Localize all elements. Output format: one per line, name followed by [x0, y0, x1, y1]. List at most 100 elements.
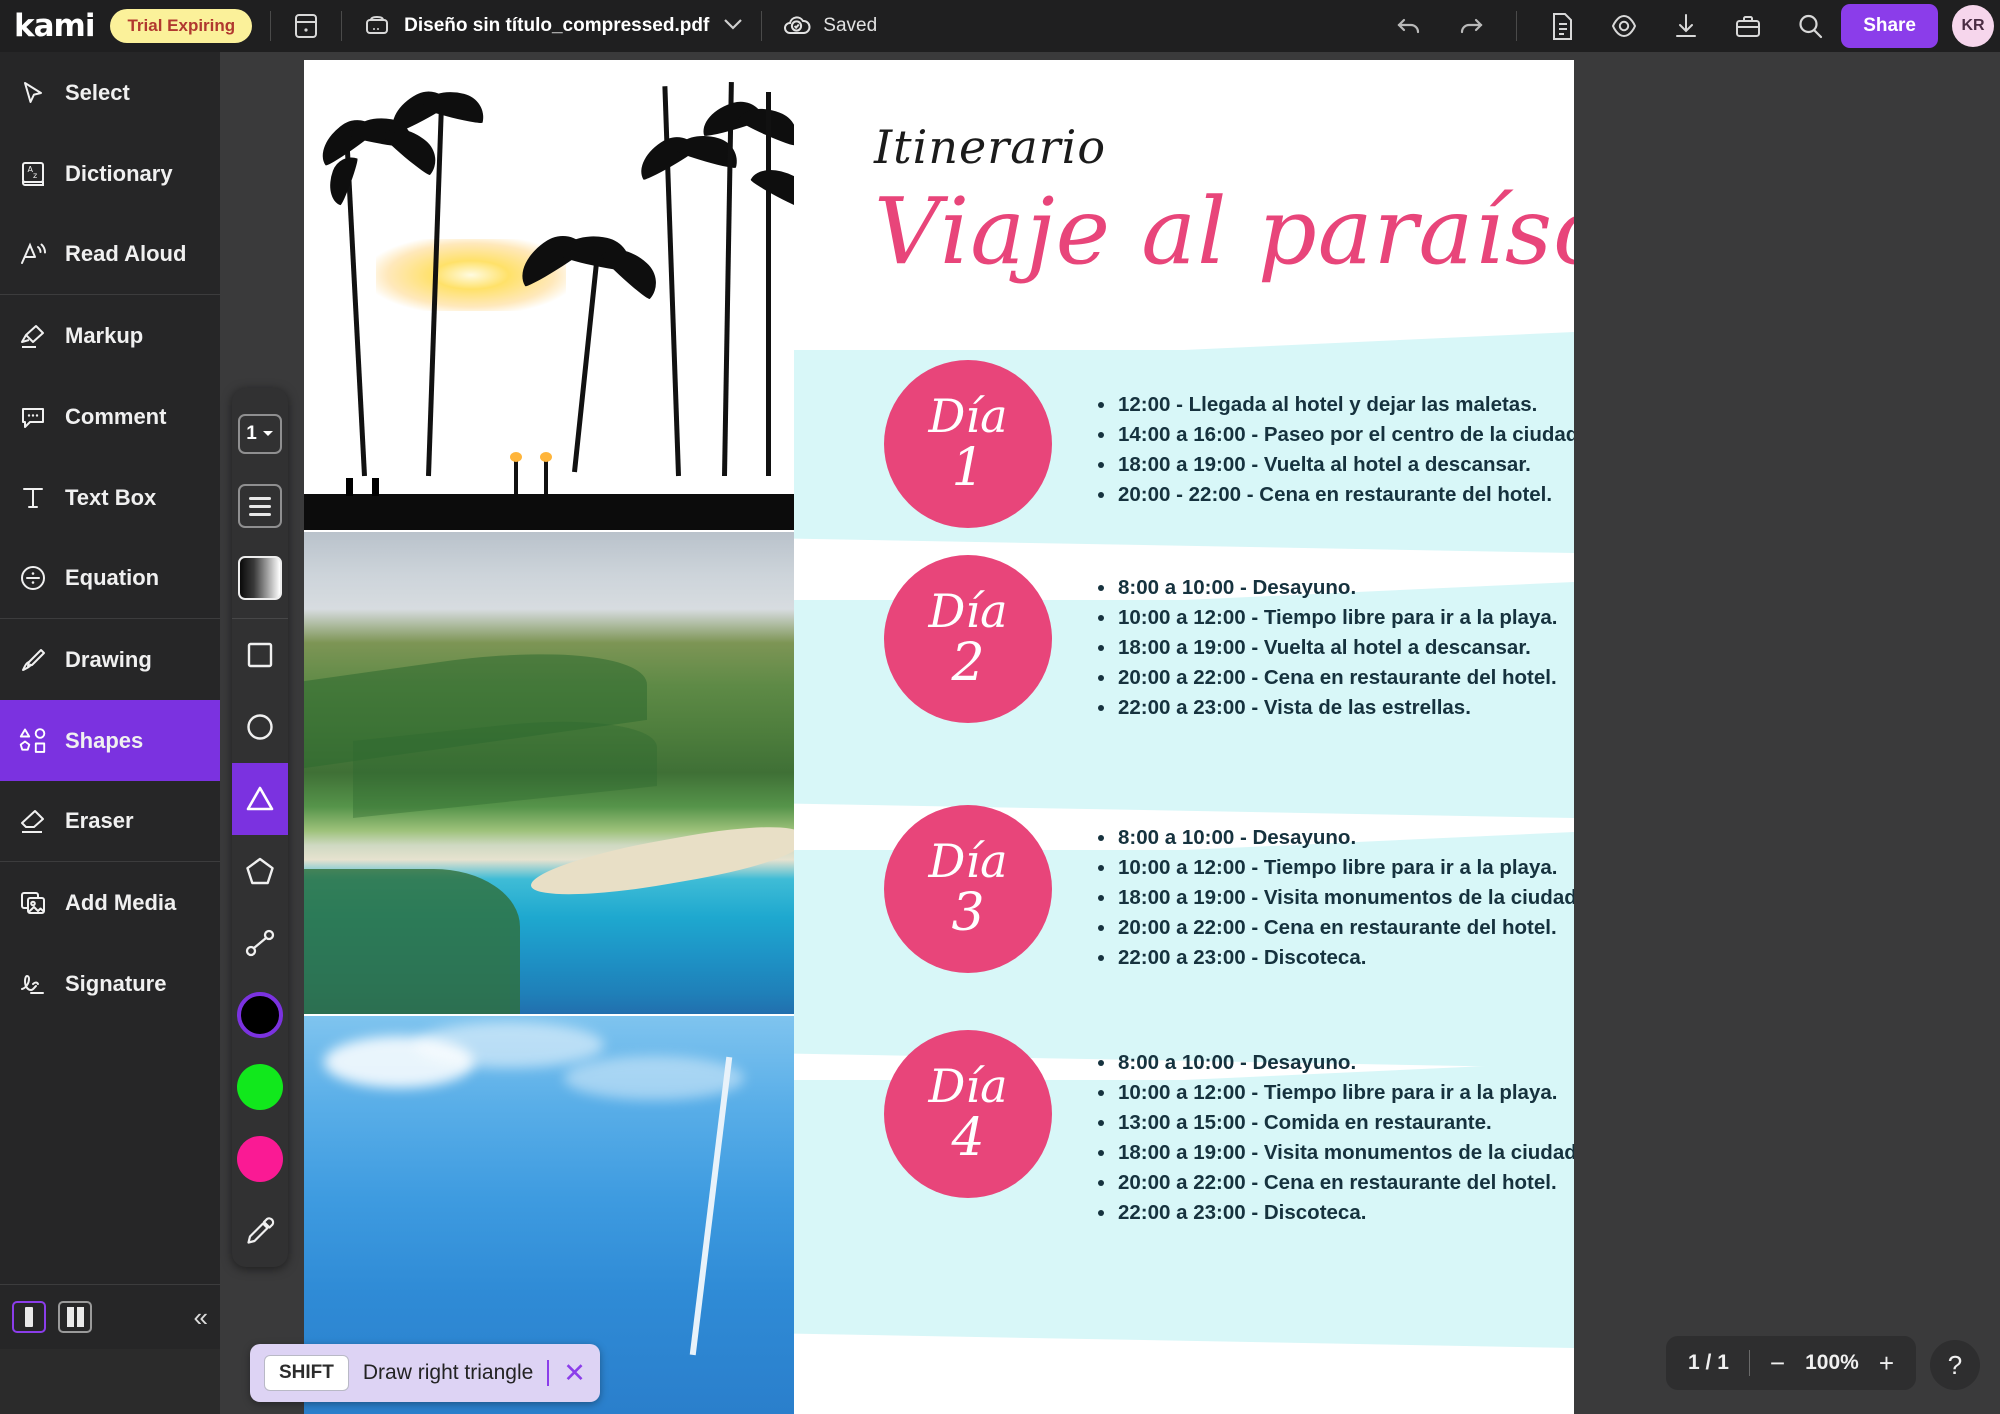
top-toolbar: kami Trial Expiring Diseño sin título_co…	[0, 0, 2000, 52]
download-icon[interactable]	[1669, 9, 1703, 43]
triangle-icon	[246, 786, 274, 811]
day-number: 1	[951, 438, 985, 499]
eyedropper-icon	[247, 1217, 275, 1244]
shape-pentagon-button[interactable]	[232, 835, 288, 907]
day-number: 3	[951, 883, 985, 944]
divider	[761, 11, 763, 41]
help-button[interactable]: ?	[1930, 1340, 1980, 1390]
divider	[341, 11, 343, 41]
list-item: 13:00 a 15:00 - Comida en restaurante.	[1094, 1108, 1574, 1138]
zoom-out-button[interactable]: −	[1770, 1350, 1785, 1376]
day-badge: Día 3	[884, 805, 1052, 973]
day-badge: Día 4	[884, 1030, 1052, 1198]
brush-icon	[5, 646, 61, 674]
zoom-level: 100%	[1805, 1351, 1859, 1374]
sidebar-item-eraser[interactable]: Eraser	[0, 781, 220, 862]
shape-line-button[interactable]	[232, 907, 288, 979]
eyedropper-button[interactable]	[232, 1195, 288, 1267]
shapes-options-toolbar: 1	[232, 388, 288, 1267]
app-logo[interactable]: kami	[14, 8, 95, 44]
divider	[270, 11, 272, 41]
sidebar-item-label: Comment	[65, 403, 167, 429]
list-item: 22:00 a 23:00 - Vista de las estrellas.	[1094, 693, 1557, 723]
redo-icon[interactable]	[1454, 9, 1488, 43]
panel-icon[interactable]	[289, 9, 323, 43]
stroke-width-value: 1	[246, 423, 257, 444]
opacity-selector[interactable]	[232, 542, 288, 614]
avatar[interactable]: KR	[1952, 5, 1994, 47]
list-item: 10:00 a 12:00 - Tiempo libre para ir a l…	[1094, 853, 1574, 883]
list-item: 18:00 a 19:00 - Visita monumentos de la …	[1094, 1138, 1574, 1168]
sidebar-item-label: Equation	[65, 565, 160, 590]
layout-single-page-icon[interactable]	[12, 1301, 46, 1333]
list-item: 20:00 a 22:00 - Cena en restaurante del …	[1094, 663, 1557, 693]
zoom-in-button[interactable]: +	[1879, 1350, 1894, 1376]
day-items: 12:00 - Llegada al hotel y dejar las mal…	[1094, 390, 1574, 510]
toolbox-icon[interactable]	[1731, 9, 1765, 43]
day-block-1: Día 1 12:00 - Llegada al hotel y dejar l…	[794, 360, 1574, 540]
list-item: 14:00 a 16:00 - Paseo por el centro de l…	[1094, 420, 1574, 450]
text-box-icon	[5, 484, 61, 512]
shortcut-key-badge: SHIFT	[264, 1355, 349, 1391]
gradient-swatch-icon	[238, 556, 282, 600]
layout-two-page-icon[interactable]	[58, 1301, 92, 1333]
stroke-width-selector[interactable]: 1	[232, 398, 288, 470]
color-green-swatch[interactable]	[232, 1051, 288, 1123]
day-badge: Día 1	[884, 360, 1052, 528]
sidebar-item-read-aloud[interactable]: Read Aloud	[0, 214, 220, 295]
color-black-swatch[interactable]	[232, 979, 288, 1051]
close-icon[interactable]: ✕	[563, 1359, 586, 1387]
sidebar-item-add-media[interactable]: Add Media	[0, 862, 220, 943]
eye-icon[interactable]	[1607, 9, 1641, 43]
undo-icon[interactable]	[1392, 9, 1426, 43]
day-items: 8:00 a 10:00 - Desayuno. 10:00 a 12:00 -…	[1094, 573, 1557, 723]
trial-expiring-badge[interactable]: Trial Expiring	[110, 9, 253, 43]
day-items: 8:00 a 10:00 - Desayuno. 10:00 a 12:00 -…	[1094, 823, 1574, 973]
shortcut-toast: SHIFT Draw right triangle ✕	[250, 1344, 600, 1402]
share-button[interactable]: Share	[1841, 4, 1938, 48]
list-item: 20:00 a 22:00 - Cena en restaurante del …	[1094, 913, 1574, 943]
page-kicker: Itinerario	[874, 120, 1107, 174]
sidebar-item-label: Eraser	[65, 808, 134, 833]
list-item: 18:00 a 19:00 - Visita monumentos de la …	[1094, 883, 1574, 913]
divider	[1516, 11, 1518, 41]
shape-square-button[interactable]	[232, 619, 288, 691]
list-item: 18:00 a 19:00 - Vuelta al hotel a descan…	[1094, 633, 1557, 663]
list-item: 8:00 a 10:00 - Desayuno.	[1094, 573, 1557, 603]
sidebar-bottom-bar: «	[0, 1284, 220, 1349]
document-viewport[interactable]: Itinerario Viaje al paraíso Día 1 12:00 …	[220, 52, 2000, 1414]
day-block-4: Día 4 8:00 a 10:00 - Desayuno. 10:00 a 1…	[794, 1030, 1574, 1260]
list-item: 10:00 a 12:00 - Tiempo libre para ir a l…	[1094, 603, 1557, 633]
sidebar-item-markup[interactable]: Markup	[0, 295, 220, 376]
shape-triangle-button[interactable]	[232, 763, 288, 835]
sidebar-item-shapes[interactable]: Shapes	[0, 700, 220, 781]
color-swatch	[237, 992, 283, 1038]
comment-icon	[5, 403, 61, 431]
day-number: 4	[951, 1108, 985, 1169]
sidebar-item-select[interactable]: Select	[0, 52, 220, 133]
sidebar-item-signature[interactable]: Signature	[0, 943, 220, 1024]
list-item: 20:00 a 22:00 - Cena en restaurante del …	[1094, 1168, 1574, 1198]
sidebar-item-drawing[interactable]: Drawing	[0, 619, 220, 700]
document-filename[interactable]: Diseño sin título_compressed.pdf	[404, 15, 709, 37]
sidebar-item-comment[interactable]: Comment	[0, 376, 220, 457]
sidebar-item-text-box[interactable]: Text Box	[0, 457, 220, 538]
divider	[1748, 1350, 1750, 1376]
pdf-page[interactable]: Itinerario Viaje al paraíso Día 1 12:00 …	[304, 60, 1574, 1414]
list-item: 22:00 a 23:00 - Discoteca.	[1094, 943, 1574, 973]
highlighter-icon	[5, 322, 61, 350]
line-style-selector[interactable]	[232, 470, 288, 542]
lines-icon	[238, 484, 282, 528]
color-pink-swatch[interactable]	[232, 1123, 288, 1195]
chevron-down-icon[interactable]	[723, 17, 743, 35]
tool-sidebar: Select A z Dictionary Read Aloud Markup …	[0, 52, 220, 1349]
sidebar-item-dictionary[interactable]: A z Dictionary	[0, 133, 220, 214]
collapse-sidebar-icon[interactable]: «	[194, 1302, 208, 1333]
pages-icon[interactable]	[1545, 9, 1579, 43]
day-number: 2	[951, 633, 985, 694]
list-item: 12:00 - Llegada al hotel y dejar las mal…	[1094, 390, 1574, 420]
search-icon[interactable]	[1793, 9, 1827, 43]
sidebar-item-equation[interactable]: Equation	[0, 538, 220, 619]
shape-circle-button[interactable]	[232, 691, 288, 763]
sidebar-item-label: Drawing	[65, 646, 152, 672]
